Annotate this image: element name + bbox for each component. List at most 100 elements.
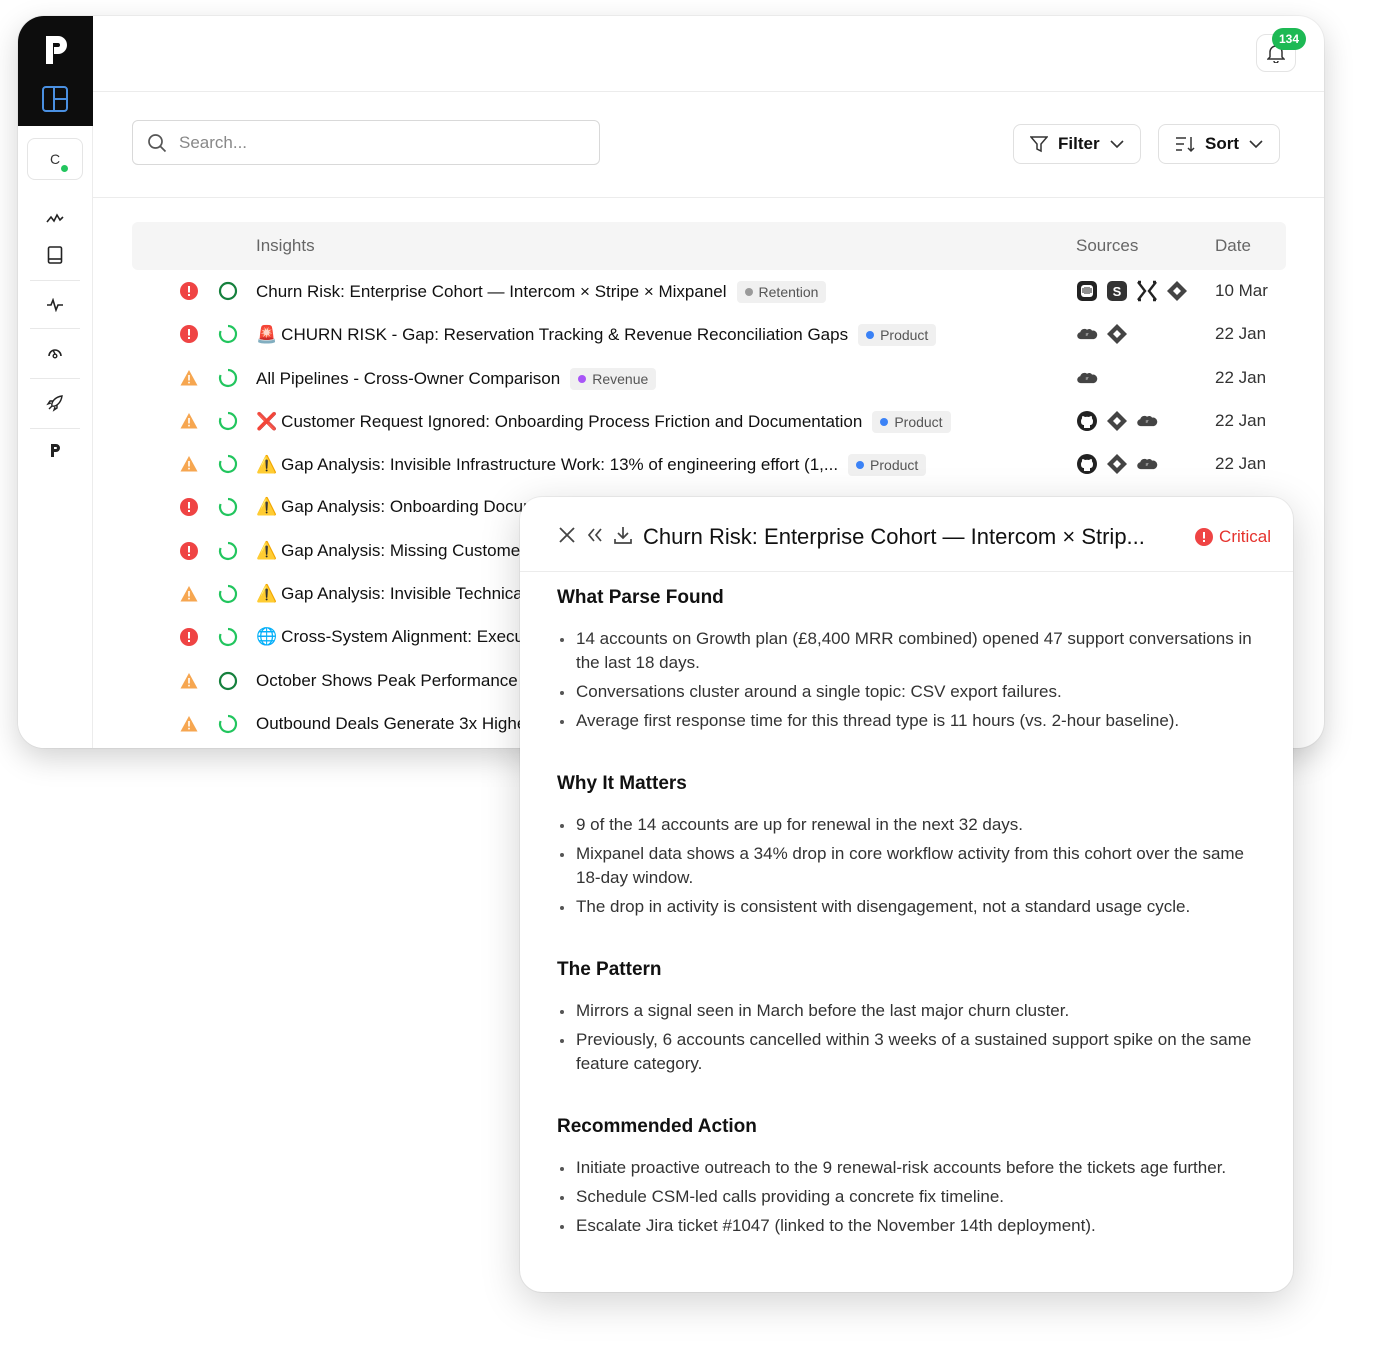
collapse-icon[interactable]	[585, 525, 605, 545]
github-icon	[1076, 453, 1098, 475]
insight-title[interactable]: October Shows Peak Performance	[256, 671, 518, 691]
search-box[interactable]	[132, 120, 600, 165]
top-bar: 134	[93, 16, 1324, 92]
insight-title[interactable]: ⚠️ Gap Analysis: Invisible Technical	[256, 584, 527, 604]
tag-dot	[856, 461, 865, 470]
critical-icon	[180, 325, 198, 344]
warning-icon	[180, 585, 198, 603]
section-heading: The Pattern	[557, 959, 662, 980]
title-emoji: 🌐	[256, 627, 278, 647]
section-heading: Why It Matters	[557, 773, 687, 794]
insight-title[interactable]: Outbound Deals Generate 3x Higher	[256, 714, 532, 734]
table-row[interactable]: ⚠️ Gap Analysis: Invisible Infrastructure…	[132, 443, 1286, 486]
workspace-switcher[interactable]: C	[27, 138, 83, 180]
rail-divider	[30, 378, 80, 379]
status-in-progress-icon	[218, 627, 238, 647]
layout-icon[interactable]	[42, 86, 68, 112]
rail-divider	[30, 280, 80, 281]
insight-title[interactable]: All Pipelines - Cross-Owner Comparison Re…	[256, 367, 657, 390]
rail-divider	[30, 428, 80, 429]
rocket-icon[interactable]	[44, 392, 66, 414]
download-icon[interactable]	[613, 525, 633, 545]
sources-list: sf	[1076, 410, 1158, 432]
tag-dot	[744, 288, 753, 296]
sort-icon	[1176, 137, 1195, 153]
insight-title[interactable]: Churn Risk: Enterprise Cohort — Intercom…	[256, 281, 827, 303]
bullet-item: Initiate proactive outreach to the 9 ren…	[557, 1156, 1263, 1180]
table-row[interactable]: Churn Risk: Enterprise Cohort — Intercom…	[132, 270, 1286, 313]
section-heading: Recommended Action	[557, 1116, 757, 1137]
warning-icon	[180, 715, 198, 733]
insight-title-text: Gap Analysis: Invisible Infrastructure W…	[281, 455, 839, 475]
parse-small-icon[interactable]	[44, 440, 66, 462]
activity-icon[interactable]	[44, 208, 66, 230]
insight-title[interactable]: 🌐 Cross-System Alignment: Executive	[256, 627, 550, 647]
row-date: 22 Jan	[1215, 324, 1267, 344]
stripe-icon: S	[1106, 280, 1128, 302]
svg-text:sf: sf	[1086, 376, 1089, 380]
svg-text:S: S	[1113, 284, 1122, 299]
column-header-date[interactable]: Date	[1215, 236, 1251, 256]
book-icon[interactable]	[44, 244, 66, 266]
search-input[interactable]	[179, 132, 579, 153]
table-row[interactable]: ❌ Customer Request Ignored: Onboarding Pr…	[132, 400, 1286, 443]
critical-icon	[180, 282, 198, 300]
insight-title-text: All Pipelines - Cross-Owner Comparison	[256, 368, 561, 388]
column-header-sources[interactable]: Sources	[1076, 236, 1138, 256]
status-in-progress-icon	[218, 324, 238, 344]
tag-label: Product	[880, 327, 929, 344]
bullet-list: Initiate proactive outreach to the 9 ren…	[557, 1156, 1263, 1238]
title-emoji: ❌	[256, 411, 278, 431]
bullet-item: Mixpanel data shows a 34% drop in core w…	[557, 842, 1263, 890]
insight-title-text: Cross-System Alignment: Executive	[281, 627, 551, 647]
bullet-item: Mirrors a signal seen in March before th…	[557, 999, 1263, 1023]
status-in-progress-icon	[218, 714, 238, 734]
sidebar: C	[18, 16, 93, 748]
github-icon	[1076, 410, 1098, 432]
status-complete-icon	[218, 281, 238, 301]
parse-logo[interactable]	[42, 34, 70, 66]
insight-title-text: October Shows Peak Performance	[256, 670, 518, 690]
bullet-item: Escalate Jira ticket #1047 (linked to th…	[557, 1214, 1263, 1238]
insight-title-text: Churn Risk: Enterprise Cohort — Intercom…	[256, 282, 727, 301]
svg-text:sf: sf	[1086, 333, 1089, 337]
insight-title[interactable]: 🚨 CHURN RISK - Gap: Reservation Tracking …	[256, 324, 937, 347]
detail-section: The Pattern Mirrors a signal seen in Marc…	[557, 959, 1263, 1076]
gauge-icon[interactable]	[44, 342, 66, 364]
notification-count-badge: 134	[1271, 28, 1306, 50]
status-in-progress-icon	[218, 368, 238, 388]
salesforce-icon: sf	[1136, 453, 1158, 475]
svg-text:sf: sf	[1146, 420, 1149, 424]
bullet-item: 14 accounts on Growth plan (£8,400 MRR c…	[557, 627, 1263, 675]
insight-title[interactable]: ⚠️ Gap Analysis: Invisible Infrastructure…	[256, 454, 927, 477]
sources-list: sf	[1076, 323, 1128, 345]
status-in-progress-icon	[218, 541, 238, 561]
jira-icon	[1106, 410, 1128, 432]
table-row[interactable]: All Pipelines - Cross-Owner Comparison Re…	[132, 357, 1286, 400]
insight-title[interactable]: ⚠️ Gap Analysis: Missing Customer	[256, 541, 526, 561]
section-heading: What Parse Found	[557, 587, 724, 608]
online-indicator	[61, 165, 68, 172]
row-date: 22 Jan	[1215, 454, 1267, 474]
close-icon[interactable]	[557, 525, 577, 545]
column-header-insights[interactable]: Insights	[256, 236, 315, 256]
bullet-item: Schedule CSM-led calls providing a concr…	[557, 1185, 1263, 1209]
warning-icon	[180, 455, 198, 473]
status-complete-icon	[218, 671, 238, 691]
sort-button[interactable]: Sort	[1158, 124, 1280, 164]
tag-dot	[578, 374, 587, 383]
mixpanel-icon	[1136, 280, 1158, 302]
category-tag: Revenue	[570, 367, 657, 390]
table-header: Insights Sources Date	[132, 222, 1286, 270]
status-in-progress-icon	[218, 584, 238, 604]
insight-title[interactable]: ❌ Customer Request Ignored: Onboarding Pr…	[256, 410, 951, 433]
table-row[interactable]: 🚨 CHURN RISK - Gap: Reservation Tracking …	[132, 313, 1286, 356]
filter-icon	[1030, 136, 1048, 153]
pulse-icon[interactable]	[44, 294, 66, 316]
sort-label: Sort	[1205, 134, 1239, 153]
tag-label: Revenue	[592, 370, 649, 387]
panel-title: Churn Risk: Enterprise Cohort — Intercom…	[643, 524, 1145, 549]
filter-button[interactable]: Filter	[1013, 124, 1141, 164]
title-emoji: ⚠️	[256, 455, 278, 475]
title-emoji: ⚠️	[256, 584, 278, 604]
